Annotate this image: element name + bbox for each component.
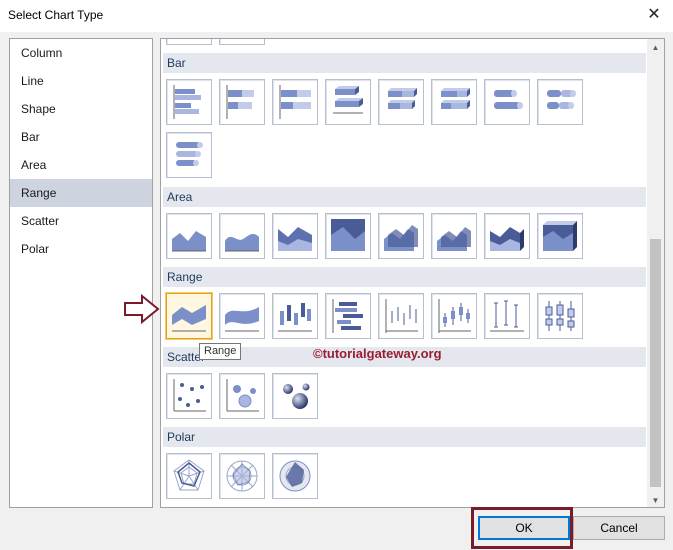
chart-tile-bar-clustered[interactable] bbox=[166, 79, 212, 125]
chart-tile-radar[interactable] bbox=[166, 453, 212, 499]
chart-tile-area-3d-100-stacked[interactable] bbox=[537, 213, 583, 259]
chart-tile-bar-cylinder-clustered[interactable] bbox=[484, 79, 530, 125]
chart-tile-radar-3d[interactable] bbox=[272, 453, 318, 499]
chart-tile-bar-cylinder-stacked[interactable] bbox=[537, 79, 583, 125]
chart-tile-bar-3d-100-stacked[interactable] bbox=[431, 79, 477, 125]
scroll-up-icon[interactable]: ▲ bbox=[647, 39, 664, 56]
close-icon[interactable]: ✕ bbox=[643, 5, 665, 27]
chart-category-list: Column Line Shape Bar Area Range Scatter… bbox=[9, 38, 153, 508]
category-polar[interactable]: Polar bbox=[10, 235, 152, 263]
section-header-range: Range bbox=[163, 267, 646, 287]
chart-tile-bar-stacked[interactable] bbox=[219, 79, 265, 125]
gallery-scroll-content: Bar Area Range Scatter Polar Range bbox=[161, 39, 647, 507]
category-range[interactable]: Range bbox=[10, 179, 152, 207]
watermark: ©tutorialgateway.org bbox=[313, 346, 442, 361]
chart-tile-bubble-3d[interactable] bbox=[272, 373, 318, 419]
chart-tile-error-bar-ticks[interactable] bbox=[484, 293, 530, 339]
chart-tile-error-bar[interactable] bbox=[378, 293, 424, 339]
pointer-arrow-icon bbox=[124, 293, 160, 325]
chart-tile-range[interactable] bbox=[166, 293, 212, 339]
chart-tile-area-3d[interactable] bbox=[378, 213, 424, 259]
gallery-scrollbar[interactable]: ▲ ▼ bbox=[647, 39, 664, 507]
window-title: Select Chart Type bbox=[8, 8, 104, 22]
chart-tile-bar-3d-clustered[interactable] bbox=[325, 79, 371, 125]
chart-tile-bar-cylinder-100-stacked[interactable] bbox=[166, 132, 212, 178]
chart-tile-polar[interactable] bbox=[219, 453, 265, 499]
title-bar: Select Chart Type ✕ bbox=[0, 0, 673, 32]
category-scatter[interactable]: Scatter bbox=[10, 207, 152, 235]
chart-tile-area-3d-stacked[interactable] bbox=[484, 213, 530, 259]
section-header-area: Area bbox=[163, 187, 646, 207]
chart-tile-box-plot[interactable] bbox=[537, 293, 583, 339]
category-column[interactable]: Column bbox=[10, 39, 152, 67]
scroll-down-icon[interactable]: ▼ bbox=[647, 492, 664, 507]
chart-tile-range-bar[interactable] bbox=[325, 293, 371, 339]
category-bar[interactable]: Bar bbox=[10, 123, 152, 151]
section-header-bar: Bar bbox=[163, 53, 646, 73]
chart-tile-range-column[interactable] bbox=[272, 293, 318, 339]
category-area[interactable]: Area bbox=[10, 151, 152, 179]
chart-tile-area[interactable] bbox=[166, 213, 212, 259]
cancel-button[interactable]: Cancel bbox=[573, 516, 665, 540]
chart-tile-line-partial[interactable] bbox=[219, 39, 265, 45]
ok-button[interactable]: OK bbox=[478, 516, 570, 540]
chart-tile-bubble[interactable] bbox=[219, 373, 265, 419]
chart-tile-area-3d-smooth[interactable] bbox=[431, 213, 477, 259]
scroll-thumb[interactable] bbox=[650, 239, 661, 487]
section-header-polar: Polar bbox=[163, 427, 646, 447]
chart-tile-bar-3d-stacked[interactable] bbox=[378, 79, 424, 125]
chart-tile-area-100-stacked[interactable] bbox=[325, 213, 371, 259]
chart-tile-area-stacked[interactable] bbox=[272, 213, 318, 259]
chart-tile-stock[interactable] bbox=[431, 293, 477, 339]
chart-tile-range-smooth[interactable] bbox=[219, 293, 265, 339]
chart-gallery: Bar Area Range Scatter Polar Range ▲ ▼ bbox=[160, 38, 665, 508]
category-line[interactable]: Line bbox=[10, 67, 152, 95]
tile-tooltip: Range bbox=[199, 343, 242, 360]
chart-tile-scatter[interactable] bbox=[166, 373, 212, 419]
category-shape[interactable]: Shape bbox=[10, 95, 152, 123]
chart-tile-area-smooth[interactable] bbox=[219, 213, 265, 259]
chart-tile-bar-100-stacked[interactable] bbox=[272, 79, 318, 125]
chart-tile-line-partial[interactable] bbox=[166, 39, 212, 45]
